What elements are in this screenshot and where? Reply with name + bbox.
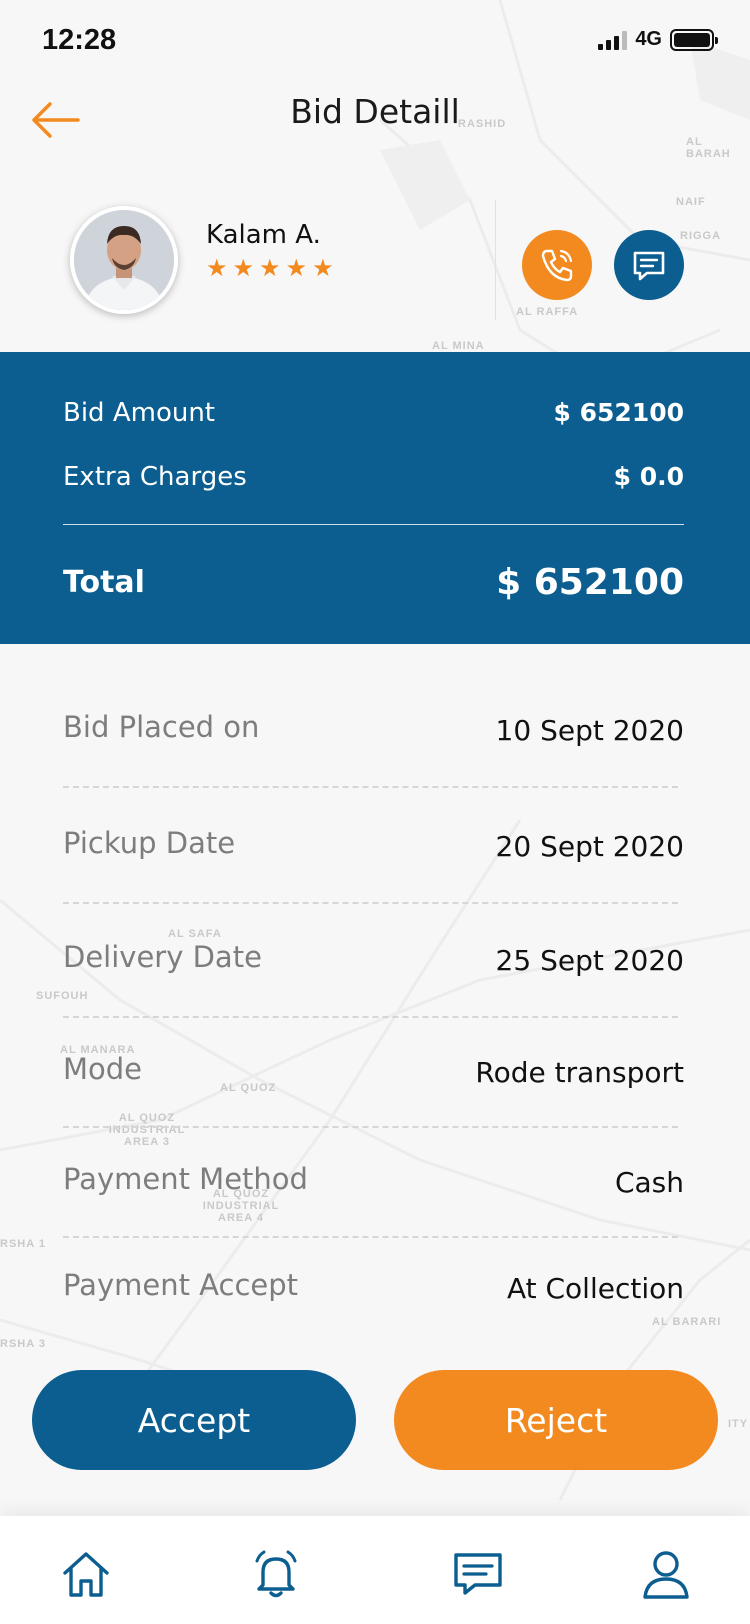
bid-amount-value: $ 652100 — [553, 398, 684, 427]
map-label: ITY — [728, 1418, 749, 1430]
detail-value: 10 Sept 2020 — [495, 714, 684, 747]
reject-button[interactable]: Reject — [394, 1370, 718, 1470]
extra-charges-value: $ 0.0 — [613, 462, 684, 491]
nav-notifications[interactable] — [248, 1546, 304, 1602]
bid-amount-panel: Bid Amount $ 652100 Extra Charges $ 0.0 … — [0, 352, 750, 644]
detail-label: Bid Placed on — [63, 710, 260, 744]
chat-icon — [454, 1553, 502, 1595]
detail-row-payment-accept: Payment Accept At Collection — [63, 1268, 684, 1328]
detail-row-delivery-date: Delivery Date 25 Sept 2020 — [63, 940, 684, 1000]
nav-messages[interactable] — [450, 1546, 506, 1602]
detail-label: Payment Accept — [63, 1268, 299, 1302]
map-label: RSHA 3 — [0, 1338, 46, 1350]
map-label: AL SAFA — [168, 928, 222, 940]
vertical-divider — [495, 200, 496, 320]
detail-label: Payment Method — [63, 1162, 308, 1196]
header: Bid Detaill — [0, 84, 750, 184]
dashed-divider — [63, 786, 678, 788]
detail-row-mode: Mode Rode transport — [63, 1052, 684, 1112]
amount-divider — [63, 524, 684, 525]
detail-label: Pickup Date — [63, 826, 236, 860]
detail-value: Rode transport — [475, 1056, 684, 1089]
dashed-divider — [63, 1236, 678, 1238]
person-photo — [74, 210, 174, 310]
page-title: Bid Detaill — [290, 92, 460, 131]
bid-amount-label: Bid Amount — [63, 398, 216, 428]
status-time: 12:28 — [42, 24, 117, 56]
total-label: Total — [63, 565, 145, 600]
bell-icon — [255, 1550, 297, 1598]
nav-home[interactable] — [58, 1546, 114, 1602]
status-bar: 12:28 4G — [0, 0, 750, 84]
rating-stars: ★ ★ ★ ★ ★ — [206, 256, 334, 280]
star-icon: ★ — [232, 254, 255, 282]
bottom-nav — [0, 1516, 750, 1624]
signal-icon — [598, 30, 628, 50]
battery-icon — [670, 28, 718, 51]
status-indicators: 4G — [598, 28, 718, 51]
driver-profile: Kalam A. ★ ★ ★ ★ ★ — [0, 196, 750, 346]
dashed-divider — [63, 902, 678, 904]
bid-amount-row: Bid Amount $ 652100 — [63, 398, 684, 428]
home-icon — [63, 1552, 109, 1597]
detail-row-payment-method: Payment Method Cash — [63, 1162, 684, 1222]
accept-button[interactable]: Accept — [32, 1370, 356, 1470]
star-icon: ★ — [259, 254, 281, 282]
chat-icon — [633, 251, 665, 281]
extra-charges-label: Extra Charges — [63, 462, 247, 492]
star-icon: ★ — [206, 254, 228, 282]
extra-charges-row: Extra Charges $ 0.0 — [63, 462, 684, 492]
map-label: RSHA 1 — [0, 1238, 46, 1250]
user-icon — [643, 1551, 689, 1599]
detail-row-bid-placed: Bid Placed on 10 Sept 2020 — [63, 710, 684, 770]
detail-label: Delivery Date — [63, 940, 262, 974]
star-icon: ★ — [312, 254, 334, 282]
avatar — [70, 206, 178, 314]
network-type: 4G — [635, 28, 662, 50]
driver-name: Kalam A. — [206, 220, 321, 250]
detail-label: Mode — [63, 1052, 143, 1086]
message-button[interactable] — [614, 230, 684, 300]
dashed-divider — [63, 1016, 678, 1018]
detail-value: Cash — [614, 1166, 684, 1199]
detail-value: 25 Sept 2020 — [495, 944, 684, 977]
star-icon: ★ — [285, 254, 308, 282]
map-label: AL QUOZ INDUSTRIAL AREA 3 — [108, 1112, 186, 1148]
detail-value: At Collection — [506, 1272, 684, 1305]
detail-value: 20 Sept 2020 — [495, 830, 684, 863]
detail-row-pickup-date: Pickup Date 20 Sept 2020 — [63, 826, 684, 886]
nav-profile[interactable] — [638, 1546, 694, 1602]
total-value: $ 652100 — [496, 562, 684, 603]
total-row: Total $ 652100 — [63, 562, 684, 603]
phone-icon — [541, 249, 573, 282]
dashed-divider — [63, 1126, 678, 1128]
call-button[interactable] — [522, 230, 592, 300]
